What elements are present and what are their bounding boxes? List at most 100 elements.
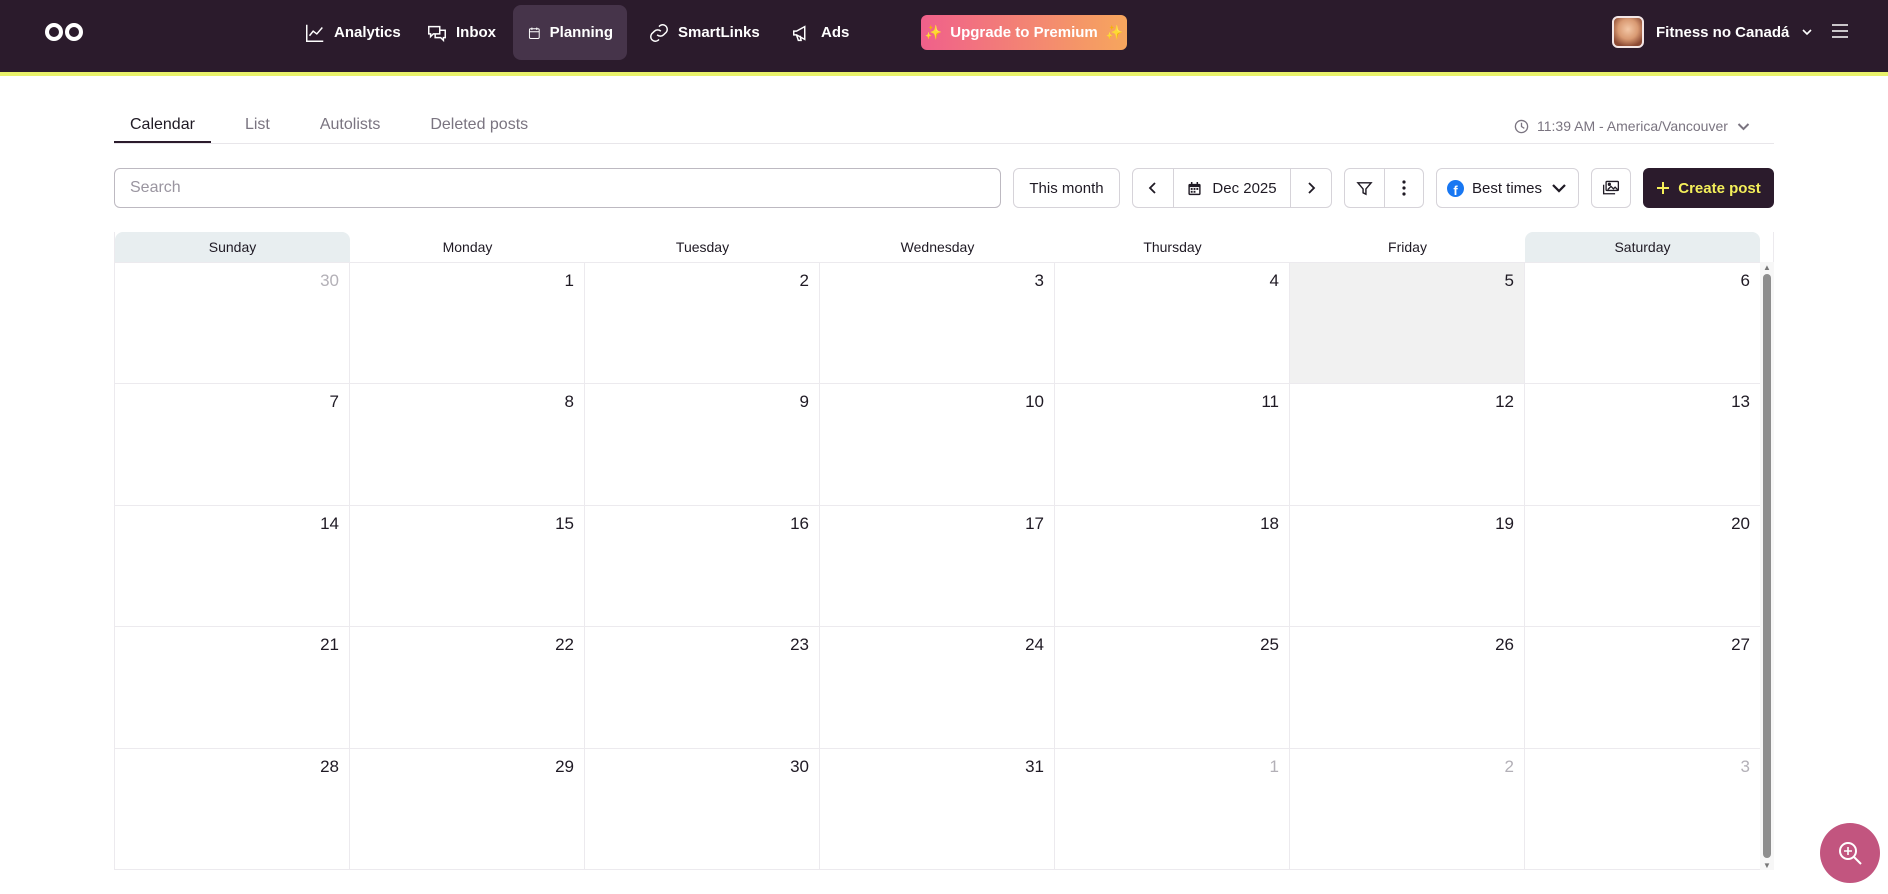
nav-inbox[interactable]: Inbox: [412, 5, 510, 60]
calendar-day-cell[interactable]: 24: [820, 627, 1055, 749]
nav-smartlinks[interactable]: SmartLinks: [634, 5, 774, 60]
calendar-day-cell[interactable]: 29: [350, 748, 585, 870]
search-sparkle-icon: [1839, 842, 1862, 865]
weekday-wednesday: Wednesday: [900, 239, 975, 255]
sparkle-icon: ✨: [1105, 24, 1124, 40]
nav-analytics-label: Analytics: [334, 24, 401, 41]
nav-planning-label: Planning: [549, 24, 613, 41]
calendar-day-cell[interactable]: 15: [350, 505, 585, 628]
calendar-grid: 30 1 2 3 4 5 6 7 8 9 10 11 12 13 14 15 16 17 18 19 20 21 22 23 2…: [115, 262, 1760, 870]
search-input[interactable]: [114, 168, 1001, 208]
calendar-day-cell[interactable]: 19: [1290, 505, 1525, 628]
scroll-up-arrow-icon[interactable]: ▲: [1762, 262, 1772, 272]
timezone-selector[interactable]: 11:39 AM - America/Vancouver: [1514, 116, 1751, 136]
weekday-header: Sunday Monday Tuesday Wednesday Thursday Frid…: [115, 232, 1760, 262]
best-times-dropdown[interactable]: f Best times: [1436, 168, 1579, 208]
calendar-day-cell[interactable]: 17: [820, 505, 1055, 628]
weekday-sunday: Sunday: [115, 232, 350, 262]
nav-ads-label: Ads: [821, 24, 850, 41]
calendar-day-cell[interactable]: 1: [350, 263, 585, 385]
media-library-button[interactable]: [1591, 168, 1631, 208]
account-switcher[interactable]: Fitness no Canadá: [1612, 15, 1813, 49]
nav-accent-line: [0, 72, 1888, 76]
tab-deleted-posts[interactable]: Deleted posts: [414, 108, 544, 144]
timezone-label: 11:39 AM - America/Vancouver: [1537, 118, 1728, 134]
hamburger-menu-icon[interactable]: [1830, 22, 1850, 40]
calendar-day-cell[interactable]: 22: [350, 627, 585, 749]
calendar-day-cell[interactable]: 26: [1290, 627, 1525, 749]
weekday-friday: Friday: [1388, 239, 1427, 255]
calendar-day-cell[interactable]: 1: [1055, 748, 1290, 870]
calendar-day-cell[interactable]: 30: [115, 263, 350, 385]
nav-analytics[interactable]: Analytics: [290, 5, 415, 60]
images-icon: [1602, 180, 1620, 195]
calendar-day-cell[interactable]: 2: [585, 263, 820, 385]
calendar-scrollbar[interactable]: ▲ ▼: [1760, 262, 1774, 870]
help-assistant-button[interactable]: [1820, 823, 1880, 883]
calendar-day-cell[interactable]: 3: [1525, 749, 1760, 870]
calendar-day-cell[interactable]: 13: [1525, 384, 1760, 506]
calendar-day-cell[interactable]: 30: [585, 748, 820, 870]
calendar-day-cell[interactable]: 28: [115, 748, 350, 870]
scroll-down-arrow-icon[interactable]: ▼: [1762, 860, 1772, 870]
weekday-thursday: Thursday: [1143, 239, 1202, 255]
tab-autolists[interactable]: Autolists: [304, 108, 396, 144]
upgrade-premium-label: Upgrade to Premium: [950, 24, 1098, 41]
calendar-day-cell[interactable]: 23: [585, 627, 820, 749]
nav-planning[interactable]: Planning: [513, 5, 627, 60]
calendar-day-cell[interactable]: 18: [1055, 505, 1290, 628]
calendar-day-cell[interactable]: 12: [1290, 384, 1525, 506]
weekday-saturday: Saturday: [1525, 232, 1760, 262]
filter-controls: [1344, 168, 1424, 208]
nav-smartlinks-label: SmartLinks: [678, 24, 760, 41]
create-post-label: Create post: [1678, 179, 1761, 197]
calendar-day-cell[interactable]: 6: [1525, 263, 1760, 385]
calendar-day-cell[interactable]: 31: [820, 748, 1055, 870]
filter-button[interactable]: [1345, 169, 1384, 207]
prev-month-button[interactable]: [1133, 169, 1173, 207]
more-vertical-icon: [1402, 180, 1406, 196]
calendar-day-cell[interactable]: 20: [1525, 506, 1760, 628]
top-navigation-bar: Analytics Inbox Planning SmartLinks Ads …: [0, 0, 1888, 72]
infinity-logo-icon[interactable]: [44, 20, 84, 44]
this-month-button[interactable]: This month: [1013, 168, 1120, 208]
calendar-day-cell[interactable]: 11: [1055, 384, 1290, 506]
megaphone-icon: [793, 24, 806, 41]
calendar-day-cell[interactable]: 5: [1290, 263, 1525, 385]
month-picker[interactable]: Dec 2025: [1173, 169, 1291, 207]
chevron-left-icon: [1148, 182, 1156, 194]
calendar-day-cell[interactable]: 8: [350, 384, 585, 506]
plus-icon: [1657, 182, 1670, 194]
calendar-day-cell[interactable]: 10: [820, 384, 1055, 506]
scrollbar-thumb[interactable]: [1763, 274, 1771, 858]
calendar-day-cell[interactable]: 27: [1525, 627, 1760, 749]
avatar: [1612, 16, 1644, 48]
calendar-day-cell[interactable]: 3: [820, 263, 1055, 385]
calendar-day-cell[interactable]: 2: [1290, 748, 1525, 870]
more-options-button[interactable]: [1383, 169, 1424, 207]
next-month-button[interactable]: [1291, 169, 1331, 207]
tabs-divider: [114, 143, 1774, 144]
calendar-day-cell[interactable]: 9: [585, 384, 820, 506]
weekday-monday: Monday: [442, 239, 493, 255]
calendar-day-cell[interactable]: 25: [1055, 627, 1290, 749]
weekday-tuesday: Tuesday: [675, 239, 730, 255]
calendar-icon: [528, 27, 540, 39]
tab-list[interactable]: List: [229, 108, 286, 144]
create-post-button[interactable]: Create post: [1643, 168, 1774, 208]
calendar-day-cell[interactable]: 14: [115, 505, 350, 628]
tab-calendar[interactable]: Calendar: [114, 108, 211, 144]
month-calendar: Sunday Monday Tuesday Wednesday Thursday Frid…: [114, 232, 1774, 870]
calendar-day-cell[interactable]: 4: [1055, 263, 1290, 385]
chevron-down-icon: [1802, 29, 1812, 36]
calendar-day-cell[interactable]: 21: [115, 627, 350, 749]
current-month-label: Dec 2025: [1212, 179, 1277, 197]
calendar-day-cell[interactable]: 7: [115, 384, 350, 506]
calendar-day-cell[interactable]: 16: [585, 505, 820, 628]
account-name: Fitness no Canadá: [1656, 23, 1790, 41]
upgrade-premium-button[interactable]: ✨ Upgrade to Premium ✨: [921, 15, 1127, 50]
filter-icon: [1356, 181, 1373, 195]
nav-ads[interactable]: Ads: [777, 5, 863, 60]
facebook-icon: f: [1446, 179, 1464, 197]
chevron-down-icon: [1737, 122, 1750, 130]
